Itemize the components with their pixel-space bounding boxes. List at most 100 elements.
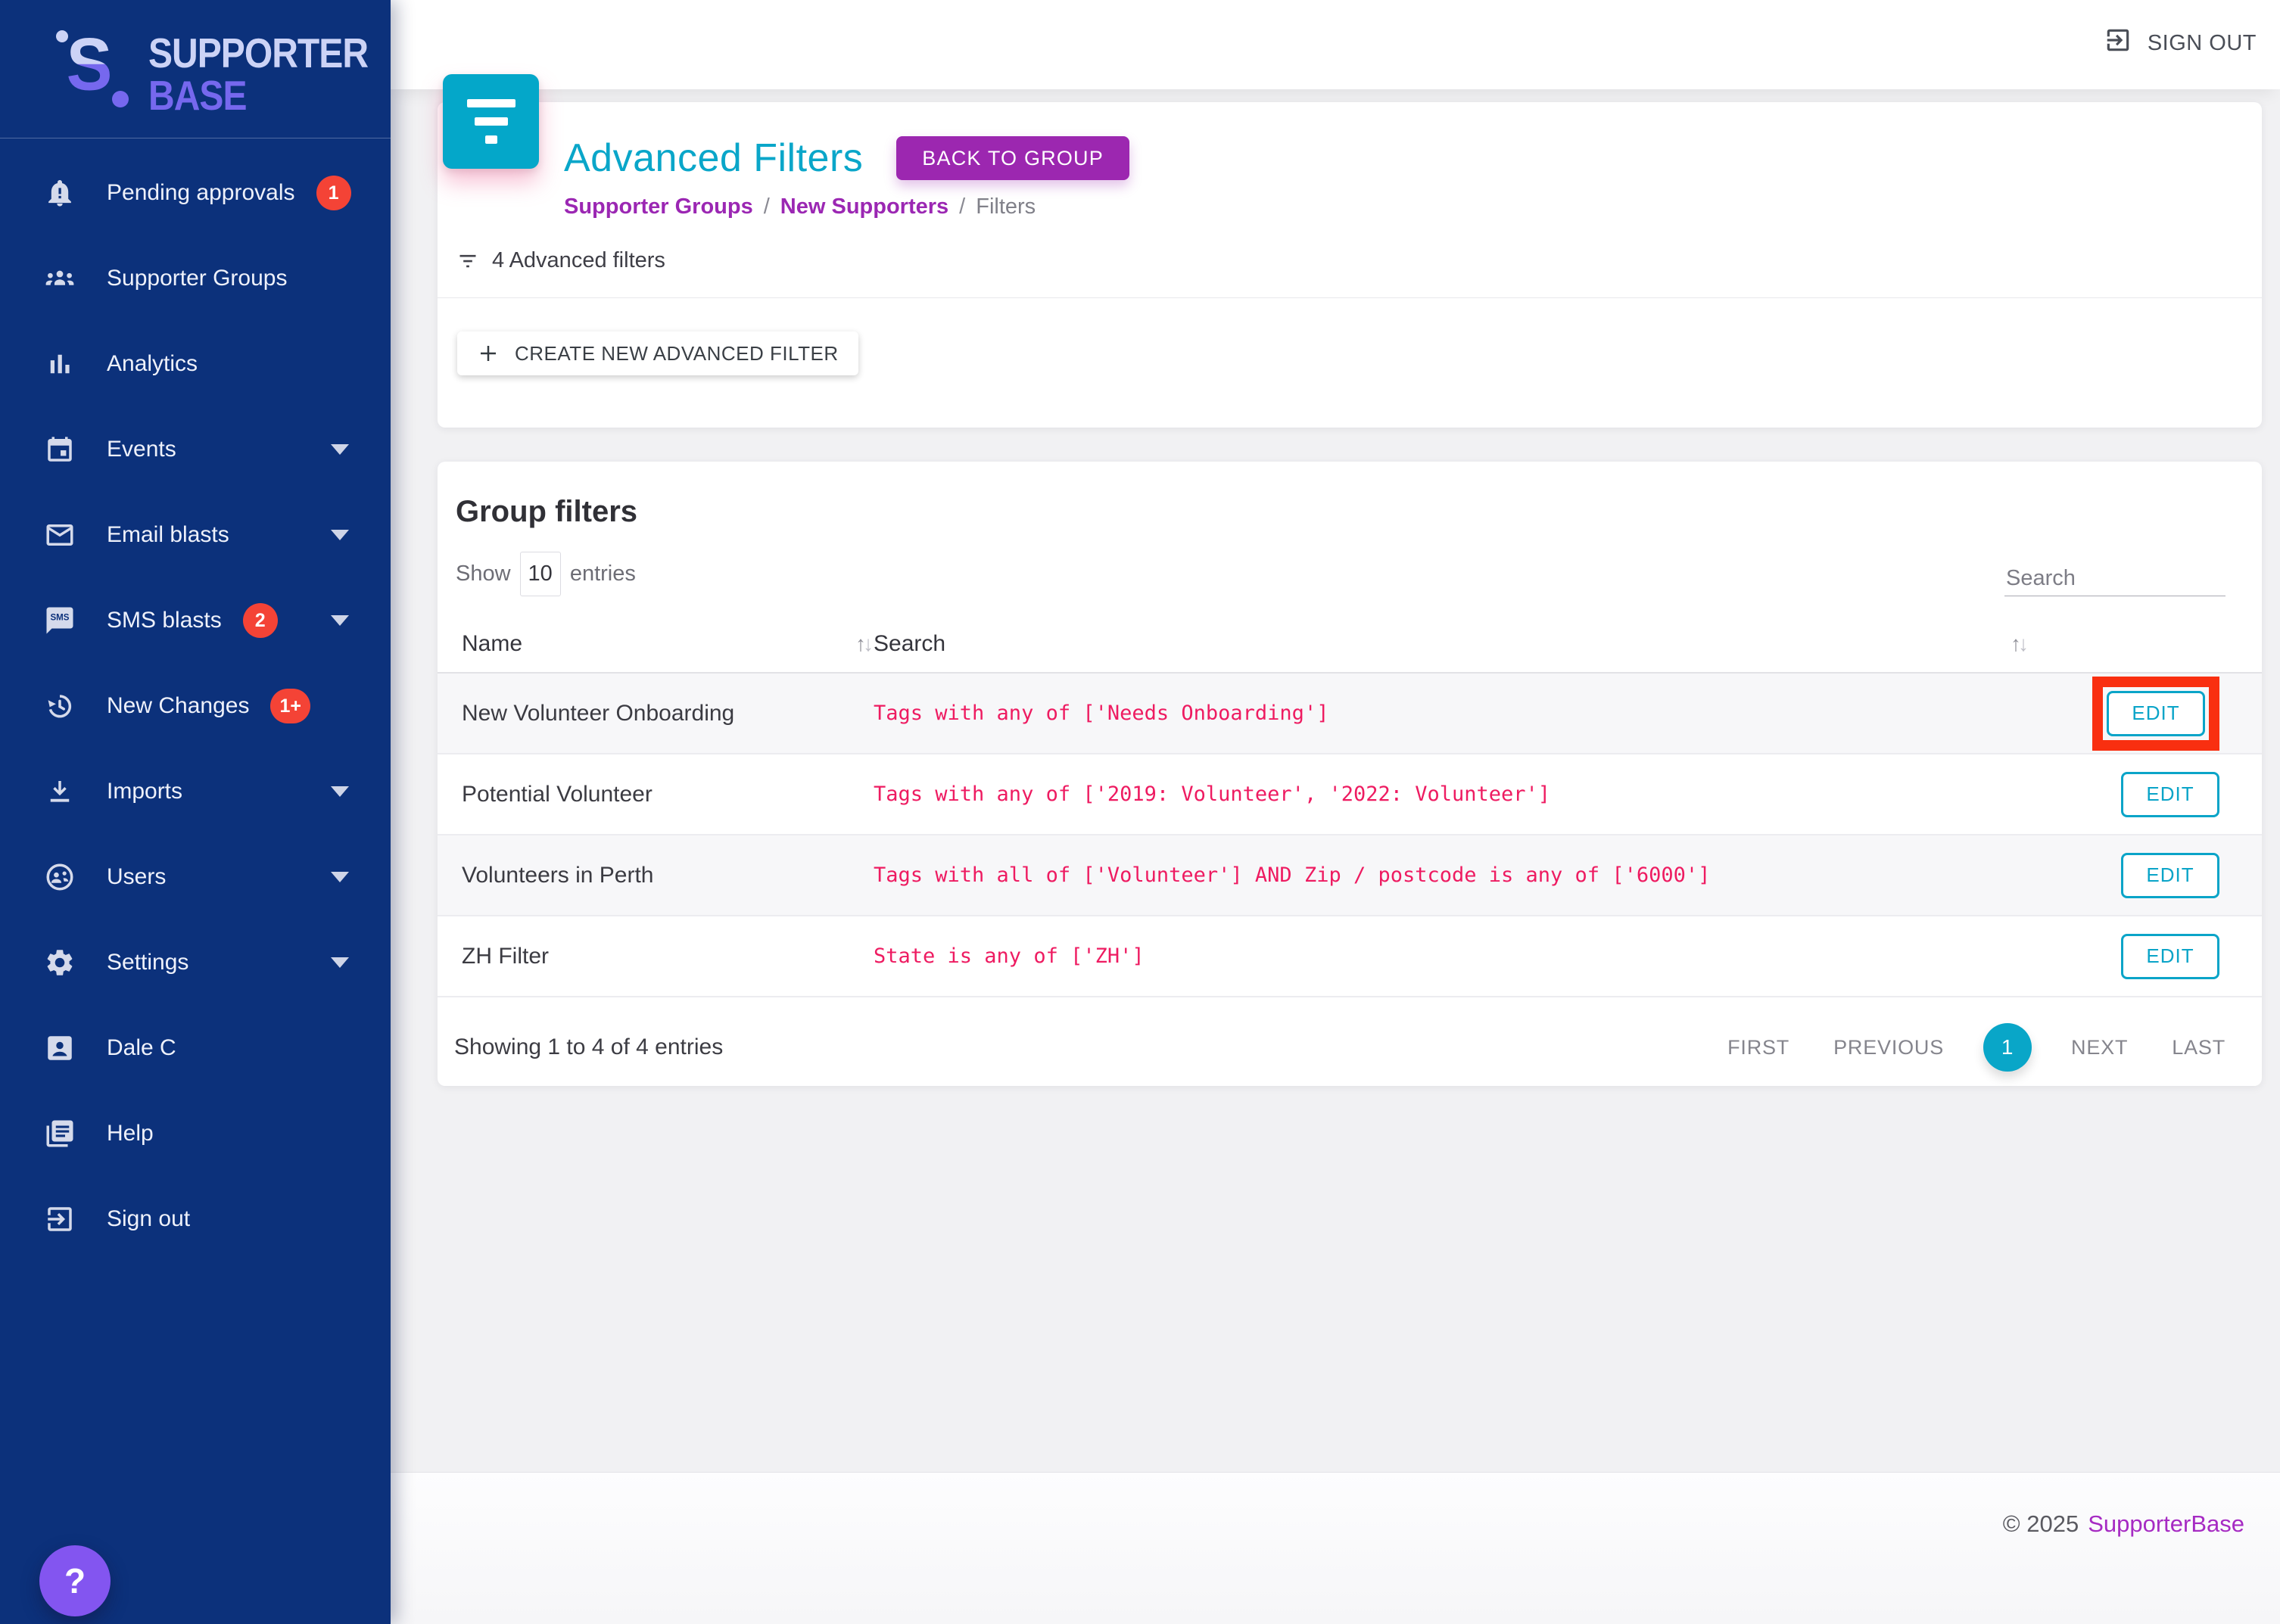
header-divider [438,297,2262,298]
breadcrumb-new-supporters[interactable]: New Supporters [780,194,948,219]
chevron-down-icon [331,615,349,626]
sidebar-item-analytics[interactable]: Analytics [0,321,391,406]
column-header-search[interactable]: Search [874,631,945,656]
filter-query: Tags with any of ['Needs Onboarding'] [874,702,2092,725]
pagination-current-page[interactable]: 1 [1983,1023,2032,1072]
filter-icon [457,250,478,272]
entries-summary: Showing 1 to 4 of 4 entries [454,1034,723,1060]
table-header-row: Name ↑↓ Search ↑↓ [438,596,2262,674]
pending-approvals-badge: 1 [316,176,351,210]
chevron-down-icon [331,957,349,968]
sidebar-item-events[interactable]: Events [0,406,391,492]
sidebar-item-label: SMS blasts [107,608,222,633]
sidebar-item-sms-blasts[interactable]: SMS SMS blasts 2 [0,577,391,663]
edit-button[interactable]: EDIT [2121,853,2219,898]
page-size-select[interactable]: 10 [520,552,561,596]
sidebar-item-help[interactable]: Help [0,1090,391,1176]
edit-button[interactable]: EDIT [2107,691,2205,736]
table-search-input[interactable] [2004,562,2225,596]
table-row: ZH Filter State is any of ['ZH'] EDIT [438,916,2262,997]
breadcrumb-supporter-groups[interactable]: Supporter Groups [564,194,753,219]
question-mark-icon: ? [64,1560,86,1601]
svg-text:SMS: SMS [50,613,69,622]
page-footer: © 2025 SupporterBase [391,1472,2280,1624]
create-new-advanced-filter-button[interactable]: CREATE NEW ADVANCED FILTER [457,331,858,375]
filter-query: Tags with all of ['Volunteer'] AND Zip /… [874,863,2121,887]
sidebar-item-label: Dale C [107,1035,176,1061]
sms-bubble-icon: SMS [43,604,76,637]
bell-alert-icon [43,176,76,210]
logo-text-line2: BASE [148,75,368,117]
logo-s-icon: S [65,26,138,110]
filter-count: 4 Advanced filters [438,248,2262,273]
download-icon [43,775,76,808]
sidebar-item-sign-out[interactable]: Sign out [0,1176,391,1262]
supporterbase-logo[interactable]: S SUPPORTER BASE [0,0,391,110]
group-filters-title: Group filters [438,462,2262,529]
show-entries-prefix: Show [456,562,511,586]
sidebar-item-imports[interactable]: Imports [0,748,391,834]
column-header-name[interactable]: Name [462,631,522,657]
show-entries-suffix: entries [570,562,636,586]
sidebar-item-users[interactable]: Users [0,834,391,919]
sidebar-item-pending-approvals[interactable]: Pending approvals 1 [0,150,391,235]
users-circle-icon [43,860,76,894]
sidebar-item-profile[interactable]: Dale C [0,1005,391,1090]
create-button-label: CREATE NEW ADVANCED FILTER [515,342,839,366]
advanced-filters-header-card: Advanced Filters BACK TO GROUP Supporter… [438,102,2262,428]
pagination-next[interactable]: NEXT [2071,1036,2128,1059]
library-books-icon [43,1117,76,1150]
chevron-down-icon [331,530,349,540]
envelope-icon [43,518,76,552]
sidebar-item-new-changes[interactable]: New Changes 1+ [0,663,391,748]
chevron-down-icon [331,786,349,797]
bar-chart-icon [43,347,76,381]
breadcrumb-separator: / [764,194,770,219]
pagination: FIRST PREVIOUS 1 NEXT LAST [1684,1023,2225,1072]
help-fab-button[interactable]: ? [39,1545,111,1616]
sidebar-item-label: Help [107,1121,154,1146]
filter-name: Potential Volunteer [462,782,874,807]
page-title: Advanced Filters [564,135,863,181]
sidebar-item-email-blasts[interactable]: Email blasts [0,492,391,577]
breadcrumb: Supporter Groups / New Supporters / Filt… [438,194,2262,219]
top-bar: SIGN OUT [391,0,2280,89]
table-row: New Volunteer Onboarding Tags with any o… [438,674,2262,754]
filter-name: Volunteers in Perth [462,863,874,888]
sidebar-item-label: Imports [107,779,182,804]
sidebar-item-label: Supporter Groups [107,266,287,291]
sidebar-item-label: New Changes [107,693,249,719]
annotation-highlight-box: EDIT [2092,677,2219,751]
show-entries-control: Show 10 entries [456,552,636,596]
pagination-last[interactable]: LAST [2172,1036,2225,1059]
sort-icon[interactable]: ↑↓ [2011,632,2029,655]
table-row: Potential Volunteer Tags with any of ['2… [438,754,2262,835]
edit-button[interactable]: EDIT [2121,934,2219,979]
chevron-down-icon [331,872,349,882]
sidebar-item-label: Settings [107,950,188,975]
sign-out-button[interactable]: SIGN OUT [2104,26,2257,61]
back-to-group-button[interactable]: BACK TO GROUP [896,136,1129,180]
sidebar-item-settings[interactable]: Settings [0,919,391,1005]
breadcrumb-filters: Filters [976,194,1036,219]
supporterbase-footer-link[interactable]: SupporterBase [2088,1510,2244,1624]
table-row: Volunteers in Perth Tags with all of ['V… [438,835,2262,916]
calendar-icon [43,433,76,466]
sort-icon[interactable]: ↑↓ [855,632,874,656]
pagination-first[interactable]: FIRST [1727,1036,1789,1059]
edit-button[interactable]: EDIT [2121,772,2219,817]
filter-query: Tags with any of ['2019: Volunteer', '20… [874,782,2121,806]
sidebar-item-label: Email blasts [107,522,229,548]
sidebar-item-label: Events [107,437,176,462]
sidebar-item-supporter-groups[interactable]: Supporter Groups [0,235,391,321]
history-clock-icon [43,689,76,723]
copyright-text: © 2025 [2003,1510,2079,1624]
plus-icon [477,342,500,365]
pagination-previous[interactable]: PREVIOUS [1833,1036,1944,1059]
account-box-icon [43,1031,76,1065]
filter-count-label: 4 Advanced filters [492,248,665,273]
exit-icon [43,1202,76,1236]
sidebar-nav: Pending approvals 1 Supporter Groups Ana… [0,150,391,1262]
filter-query: State is any of ['ZH'] [874,944,2121,968]
sidebar: S SUPPORTER BASE Pending approvals 1 Sup… [0,0,391,1624]
